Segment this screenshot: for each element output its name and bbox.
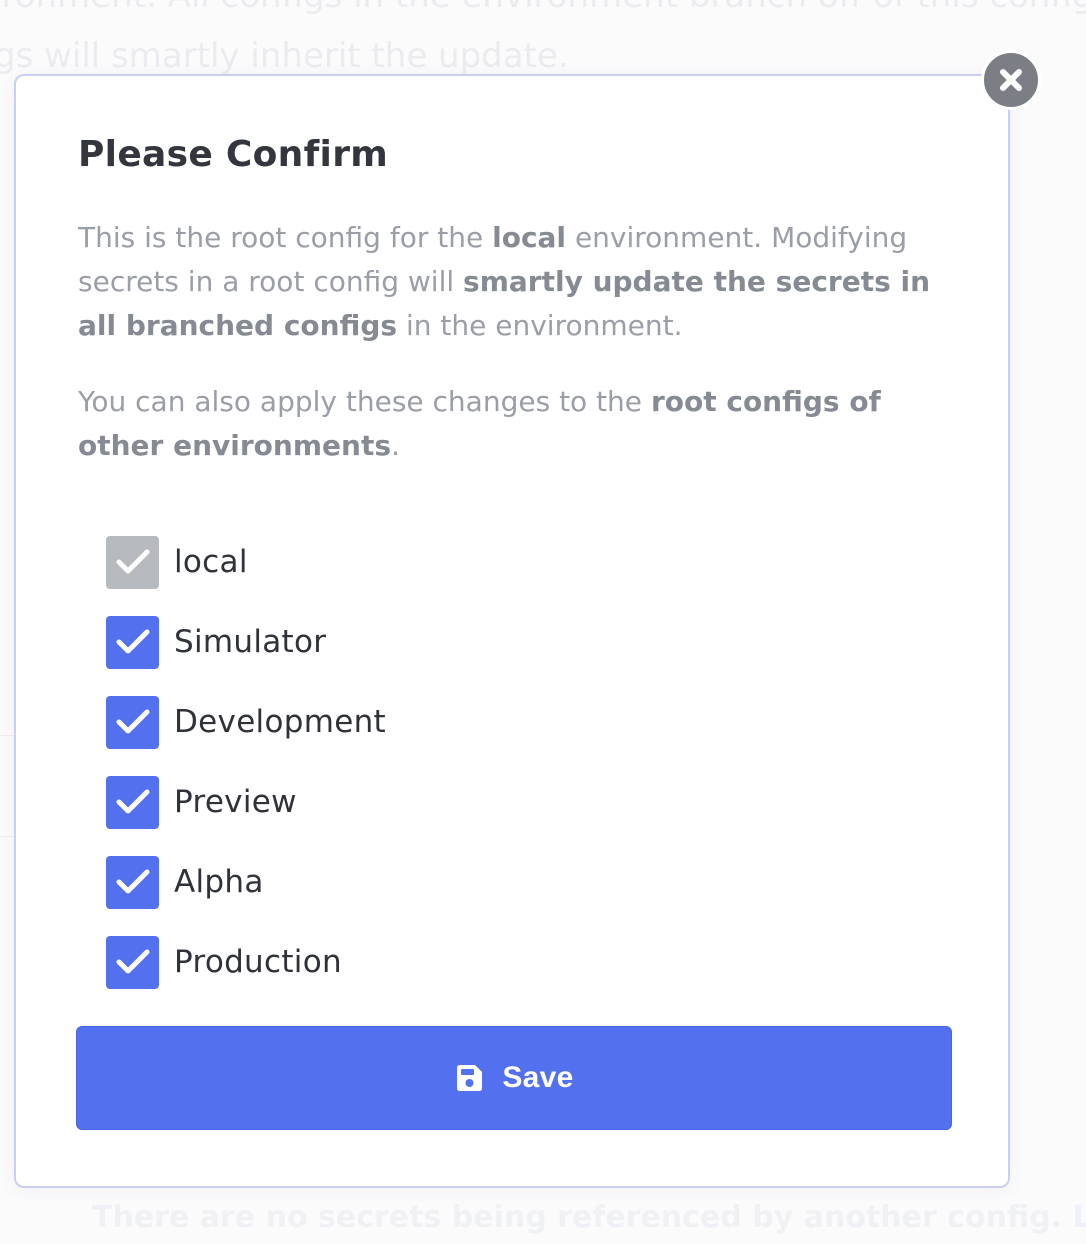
modal-instruction: You can also apply these changes to the …: [78, 380, 958, 468]
description-text: This is the root config for the: [78, 221, 493, 254]
description-emphasis: local: [492, 221, 567, 254]
modal-description: This is the root config for the local en…: [78, 216, 958, 348]
environment-label[interactable]: Simulator: [174, 624, 326, 660]
confirm-modal: Please Confirm This is the root config f…: [14, 74, 1010, 1188]
floppy-disk-icon: [457, 1065, 483, 1091]
checkmark-icon: [116, 629, 149, 654]
environment-option-alpha[interactable]: Alpha: [106, 842, 386, 922]
background-footer: There are no secrets being referenced by…: [92, 1200, 1086, 1235]
checkmark-icon: [116, 789, 149, 814]
background-text-line: gs will smartly inherit the update.: [0, 36, 569, 76]
environment-checkbox[interactable]: [106, 775, 159, 829]
close-button[interactable]: [981, 50, 1041, 110]
modal-title: Please Confirm: [78, 134, 389, 175]
instruction-text: You can also apply these changes to the: [78, 385, 651, 418]
environment-checkbox[interactable]: [106, 935, 159, 989]
environment-checkbox[interactable]: [106, 695, 159, 749]
environment-list: local Simulator Development Preview Alph…: [106, 522, 386, 1002]
environment-option-local: local: [106, 522, 386, 602]
environment-label: local: [174, 544, 248, 580]
background-divider: [0, 735, 14, 736]
checkmark-icon: [116, 869, 149, 894]
environment-option-preview[interactable]: Preview: [106, 762, 386, 842]
environment-label[interactable]: Development: [174, 704, 386, 740]
background-footer-text: There are no secrets being referenced by…: [92, 1200, 1063, 1235]
checkmark-icon: [116, 709, 149, 734]
background-divider: [0, 836, 14, 837]
save-button[interactable]: Save: [76, 1026, 952, 1130]
checkmark-icon: [116, 949, 149, 974]
environment-checkbox: [106, 535, 159, 589]
environment-label[interactable]: Production: [174, 944, 342, 980]
background-footer-link[interactable]: Learn how: [1073, 1200, 1086, 1235]
description-text: in the environment.: [397, 309, 683, 342]
environment-checkbox[interactable]: [106, 615, 159, 669]
checkmark-icon: [116, 549, 149, 574]
background-text-line: ironment. All configs in the environment…: [0, 0, 1086, 16]
environment-label[interactable]: Alpha: [174, 864, 264, 900]
environment-option-production[interactable]: Production: [106, 922, 386, 1002]
environment-label[interactable]: Preview: [174, 784, 297, 820]
close-icon: [1000, 69, 1022, 91]
environment-option-development[interactable]: Development: [106, 682, 386, 762]
save-button-label[interactable]: Save: [502, 1061, 573, 1095]
environment-checkbox[interactable]: [106, 855, 159, 909]
page: ironment. All configs in the environment…: [0, 0, 1086, 1244]
instruction-text: .: [391, 429, 400, 462]
environment-option-simulator[interactable]: Simulator: [106, 602, 386, 682]
